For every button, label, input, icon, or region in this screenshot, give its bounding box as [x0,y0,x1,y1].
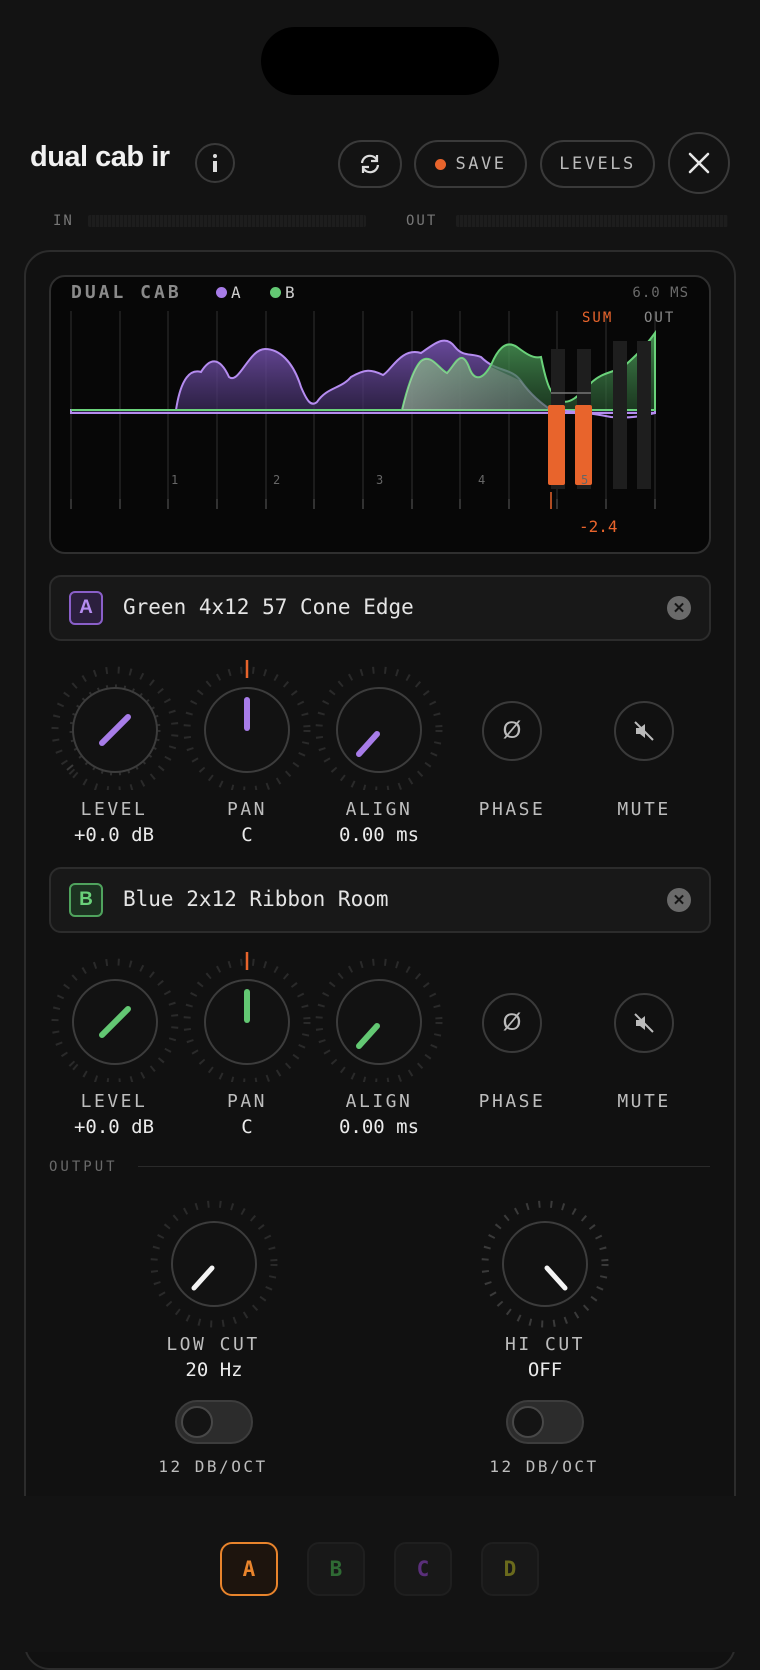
preset-d-button[interactable]: D [481,1542,539,1596]
low-cut-slope-toggle[interactable] [175,1400,253,1444]
dynamic-island [261,27,499,95]
pan-b-label: PAN [226,1091,267,1112]
pan-b-knob[interactable] [183,952,311,1082]
level-b-label: LEVEL [80,1091,148,1112]
toggle-thumb [512,1406,544,1438]
phase-a-label: PHASE [478,799,546,820]
peak-readout: -2.4 [579,517,618,536]
legend-label-b: B [285,283,295,302]
legend-dot-b [270,287,281,298]
phase-a-button[interactable]: Ø [482,701,542,761]
low-cut-label: LOW CUT [166,1334,260,1355]
close-icon [688,152,710,174]
hi-cut-slope-toggle[interactable] [506,1400,584,1444]
mute-a-button[interactable] [614,701,674,761]
legend-label-a: A [231,283,241,302]
input-meter [88,215,366,227]
output-meter-label: OUT [406,213,438,229]
app-title: dual cab ir [30,141,170,173]
tick-3: 3 [376,473,384,487]
phase-b-label: PHASE [478,1091,546,1112]
level-a-knob[interactable] [40,650,200,790]
ir-slot-b[interactable]: B Blue 2x12 Ribbon Room ✕ [49,867,711,933]
tick-1: 1 [171,473,179,487]
low-cut-value: 20 Hz [185,1359,243,1381]
ir-slot-a[interactable]: A Green 4x12 57 Cone Edge ✕ [49,575,711,641]
unsaved-dot [434,158,446,170]
hi-cut-knob[interactable] [481,1200,609,1328]
save-label: SAVE [455,154,507,174]
mute-a-label: MUTE [617,799,671,820]
clear-ir-b-button[interactable]: ✕ [667,888,691,912]
align-b-label: ALIGN [345,1091,413,1112]
preset-a-button[interactable]: A [220,1542,278,1596]
align-a-label: ALIGN [345,799,413,820]
close-button[interactable] [668,132,730,194]
levels-label: LEVELS [559,154,636,174]
close-icon: ✕ [672,600,686,617]
hi-cut-label: HI CUT [504,1334,586,1355]
level-b-knob[interactable] [40,942,200,1082]
low-cut-knob[interactable] [150,1200,278,1328]
align-b-value: 0.00 ms [338,1116,420,1138]
sum-meter-left [548,405,565,485]
refresh-icon [360,154,380,174]
preset-c-button[interactable]: C [394,1542,452,1596]
level-a-label: LEVEL [80,799,148,820]
pan-a-knob[interactable] [183,660,311,790]
out-label: OUT [644,310,676,326]
toggle-thumb [181,1406,213,1438]
clear-ir-a-button[interactable]: ✕ [667,596,691,620]
output-meter [456,215,728,227]
preset-bar [0,1496,760,1652]
input-meter-label: IN [53,213,74,229]
slot-a-badge: A [69,591,103,625]
phase-icon: Ø [502,1009,522,1036]
align-a-value: 0.00 ms [338,824,420,846]
sync-button[interactable] [338,140,402,188]
ir-visualizer: DUAL CAB A B 6.0 MS SUM OUT 1 2 3 4 5 -2… [49,275,711,554]
phase-icon: Ø [502,717,522,744]
sum-label: SUM [582,310,614,326]
levels-button[interactable]: LEVELS [540,140,655,188]
tick-2: 2 [273,473,281,487]
mute-b-label: MUTE [617,1091,671,1112]
align-a-knob[interactable] [315,666,443,790]
viz-title: DUAL CAB [71,282,182,303]
output-knobs [150,1200,609,1328]
info-button[interactable] [195,143,235,183]
mute-b-button[interactable] [614,993,674,1053]
hi-cut-slope-label: 12 DB/OCT [489,1457,599,1476]
low-cut-slope-label: 12 DB/OCT [158,1457,268,1476]
ir-name-b: Blue 2x12 Ribbon Room [123,887,389,911]
close-icon: ✕ [672,892,686,909]
legend-dot-a [216,287,227,298]
output-section-label: OUTPUT [49,1159,118,1175]
mute-icon [634,1013,654,1033]
section-divider [138,1166,710,1167]
phase-b-button[interactable]: Ø [482,993,542,1053]
tick-5: 5 [581,473,589,487]
info-icon [213,154,217,172]
pan-a-label: PAN [226,799,267,820]
ir-name-a: Green 4x12 57 Cone Edge [123,595,414,619]
mute-icon [634,721,654,741]
align-b-knob[interactable] [315,958,443,1082]
slot-b-badge: B [69,883,103,917]
tick-4: 4 [478,473,486,487]
preset-b-button[interactable]: B [307,1542,365,1596]
hi-cut-value: OFF [527,1359,563,1381]
time-scale-label: 6.0 MS [632,285,689,301]
save-button[interactable]: SAVE [414,140,527,188]
